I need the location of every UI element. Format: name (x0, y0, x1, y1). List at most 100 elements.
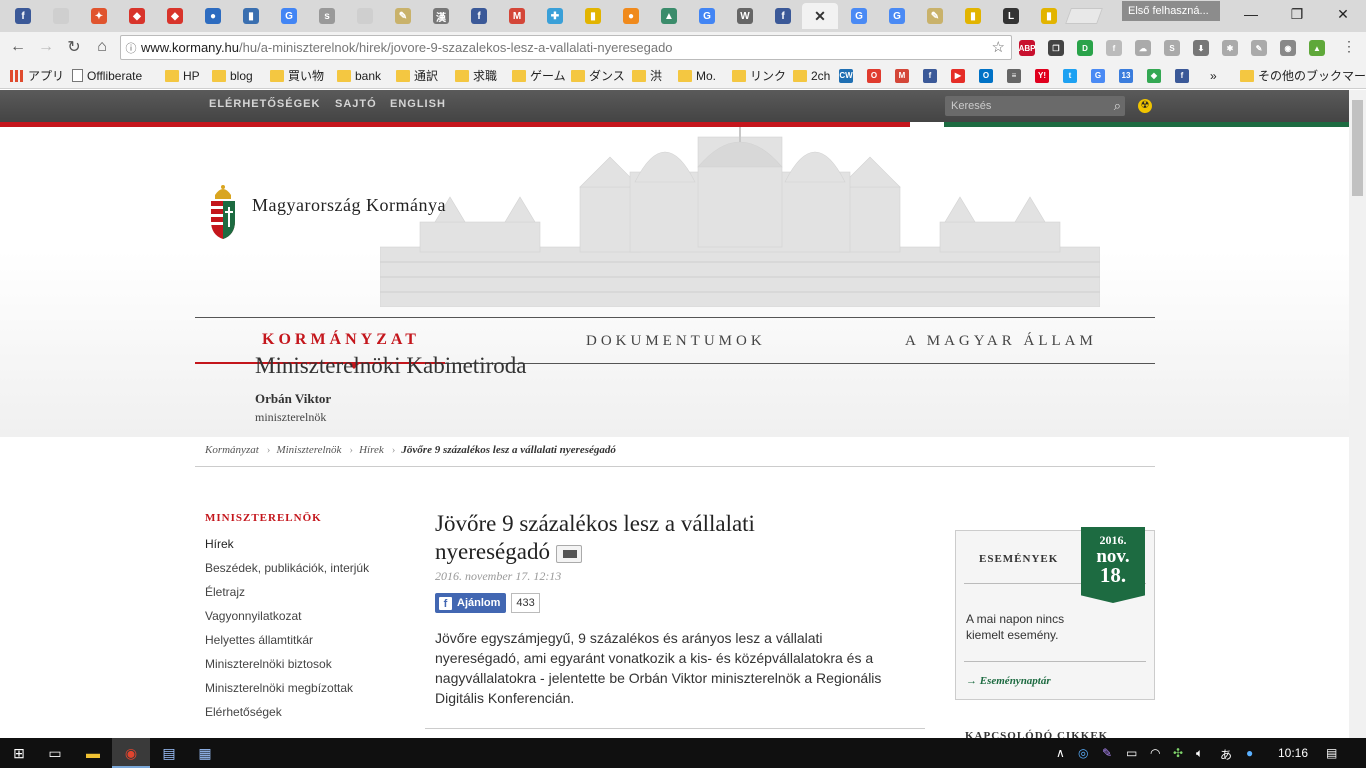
back-icon[interactable]: ← (7, 36, 29, 58)
browser-tab[interactable]: ▮ (578, 3, 608, 29)
gmail-icon[interactable]: M (895, 67, 913, 84)
maps-icon[interactable]: ◆ (1147, 67, 1165, 84)
copy-icon[interactable]: ❐ (1048, 40, 1064, 56)
browser-tab[interactable]: G (274, 3, 304, 29)
window-close-icon[interactable]: ✕ (1320, 0, 1366, 28)
app-icon[interactable]: ▦ (194, 742, 216, 764)
address-url[interactable]: www.kormany.hu/hu/a-miniszterelnok/hirek… (141, 40, 673, 55)
chrome-icon[interactable]: ◉ (120, 742, 142, 764)
bookmark-item[interactable]: ゲーム (512, 67, 566, 84)
bookmark-item[interactable]: Mo. (678, 67, 716, 84)
battery-icon[interactable]: ▭ (1126, 746, 1137, 760)
sidebar-item-hirek[interactable]: Hírek (205, 537, 234, 551)
taskbar-clock[interactable]: 10:16 (1278, 746, 1308, 760)
adblock-icon[interactable]: ABP (1019, 40, 1035, 56)
browser-tab[interactable]: ◆ (122, 3, 152, 29)
task-view-icon[interactable]: ▭ (44, 742, 66, 764)
more-bookmarks-chevron[interactable]: » (1210, 67, 1217, 84)
skype-icon[interactable]: S (1164, 40, 1180, 56)
search-icon[interactable]: ⌕ (1114, 96, 1121, 116)
address-bar[interactable]: ⓘ www.kormany.hu/hu/a-miniszterelnok/hir… (120, 35, 1012, 60)
bookmark-item[interactable]: 2ch (793, 67, 830, 84)
event-calendar-link[interactable]: → Eseménynaptár (966, 675, 1051, 687)
sidebar-item-eletrajz[interactable]: Életrajz (205, 585, 245, 599)
profile-button[interactable]: Első felhaszná... (1122, 1, 1220, 21)
browser-tab[interactable]: ▮ (236, 3, 266, 29)
facebook-like-button[interactable]: f Ajánlom (435, 593, 507, 613)
bookmark-item[interactable]: bank (337, 67, 381, 84)
browser-tab[interactable]: ✦ (84, 3, 114, 29)
main-nav-kormanyzat[interactable]: KORMÁNYZAT (262, 331, 420, 349)
bookmark-item[interactable]: 洪 (632, 67, 662, 84)
home-icon[interactable]: ⌂ (91, 36, 113, 58)
tray-app-icon[interactable]: ◎ (1078, 746, 1088, 760)
camera-icon[interactable]: ◉ (1280, 40, 1296, 56)
browser-tab[interactable]: G (692, 3, 722, 29)
cw-icon[interactable]: CW (839, 67, 857, 84)
utility-link-english[interactable]: ENGLISH (390, 98, 446, 110)
browser-tab[interactable]: 漢 (426, 3, 456, 29)
tray-feather-icon[interactable]: ✎ (1102, 746, 1112, 760)
browser-tab[interactable]: ▮ (1034, 3, 1064, 29)
ime-indicator[interactable]: あ (1220, 746, 1232, 763)
site-info-icon[interactable]: ⓘ (121, 40, 141, 56)
windows-start-icon[interactable]: ⊞ (8, 742, 30, 764)
puzzle-icon[interactable]: ✱ (1222, 40, 1238, 56)
youtube-icon[interactable]: ▶ (951, 67, 969, 84)
bookmark-item[interactable]: Offliberate (72, 67, 142, 84)
new-tab-button[interactable] (1065, 8, 1103, 24)
bookmark-item[interactable]: 買い物 (270, 67, 324, 84)
scrollbar-thumb[interactable] (1352, 100, 1363, 196)
browser-tab[interactable]: s (312, 3, 342, 29)
browser-tab[interactable]: ◆ (160, 3, 190, 29)
main-nav-magyar-allam[interactable]: A MAGYAR ÁLLAM (905, 333, 1097, 350)
browser-menu-icon[interactable]: ⋮ (1340, 38, 1358, 56)
bookmark-item[interactable]: リンク (732, 67, 786, 84)
other-bookmarks-folder[interactable]: その他のブックマーク (1240, 67, 1366, 84)
maximize-icon[interactable]: ❐ (1274, 0, 1320, 28)
notepad-icon[interactable]: ▤ (158, 742, 180, 764)
wifi-icon[interactable]: ◠ (1150, 746, 1160, 760)
volume-icon[interactable]: 🔈︎ (1196, 746, 1203, 761)
ring-icon[interactable]: O (867, 67, 885, 84)
browser-tab[interactable]: G (882, 3, 912, 29)
browser-tab[interactable]: ▮ (958, 3, 988, 29)
browser-tab[interactable]: M (502, 3, 532, 29)
facebook-icon[interactable]: f (1175, 67, 1193, 84)
sidebar-item-helyettes-allamtitkar[interactable]: Helyettes államtitkár (205, 633, 313, 647)
bookmark-item[interactable]: アプリ (10, 67, 64, 84)
action-center-icon[interactable]: ▤ (1326, 746, 1337, 760)
upload-icon[interactable]: ▲ (1309, 40, 1325, 56)
yahoo-icon[interactable]: Y! (1035, 67, 1053, 84)
tray-cloud-icon[interactable]: ● (1246, 746, 1253, 760)
browser-tab[interactable]: f (464, 3, 494, 29)
browser-tab[interactable] (46, 3, 76, 29)
browser-tab[interactable]: ✚ (540, 3, 570, 29)
radiation-icon[interactable]: ☢ (1138, 99, 1152, 113)
translate-icon[interactable]: G (1091, 67, 1109, 84)
browser-tab[interactable] (350, 3, 380, 29)
file-explorer-icon[interactable]: ▬ (82, 742, 104, 764)
utility-link-contacts[interactable]: ELÉRHETŐSÉGEK (209, 98, 320, 110)
browser-tab[interactable]: ✕ (802, 3, 838, 29)
browser-tab[interactable]: ▲ (654, 3, 684, 29)
bookmark-star-icon[interactable]: ☆ (992, 38, 1005, 56)
bookmark-item[interactable]: 求職 (455, 67, 497, 84)
news-icon[interactable]: ≡ (1007, 67, 1025, 84)
reload-icon[interactable]: ↻ (63, 36, 85, 58)
breadcrumb-link-kormanyzat[interactable]: Kormányzat (205, 444, 259, 456)
browser-tab[interactable]: ● (616, 3, 646, 29)
sidebar-item-vagyonnyilatkozat[interactable]: Vagyonnyilatkozat (205, 609, 302, 623)
outlook-icon[interactable]: O (979, 67, 997, 84)
bookmark-item[interactable]: blog (212, 67, 253, 84)
cloud-icon[interactable]: ☁ (1135, 40, 1151, 56)
tray-network-icon[interactable]: ✣ (1173, 746, 1183, 760)
bookmark-item[interactable]: HP (165, 67, 200, 84)
page-scrollbar[interactable] (1349, 90, 1366, 738)
sidebar-item-megbizottak[interactable]: Miniszterelnöki megbízottak (205, 681, 353, 695)
browser-tab[interactable]: G (844, 3, 874, 29)
bookmark-item[interactable]: 通訳 (396, 67, 438, 84)
font-icon[interactable]: f (1106, 40, 1122, 56)
browser-tab[interactable]: ✎ (388, 3, 418, 29)
facebook-icon[interactable]: f (923, 67, 941, 84)
